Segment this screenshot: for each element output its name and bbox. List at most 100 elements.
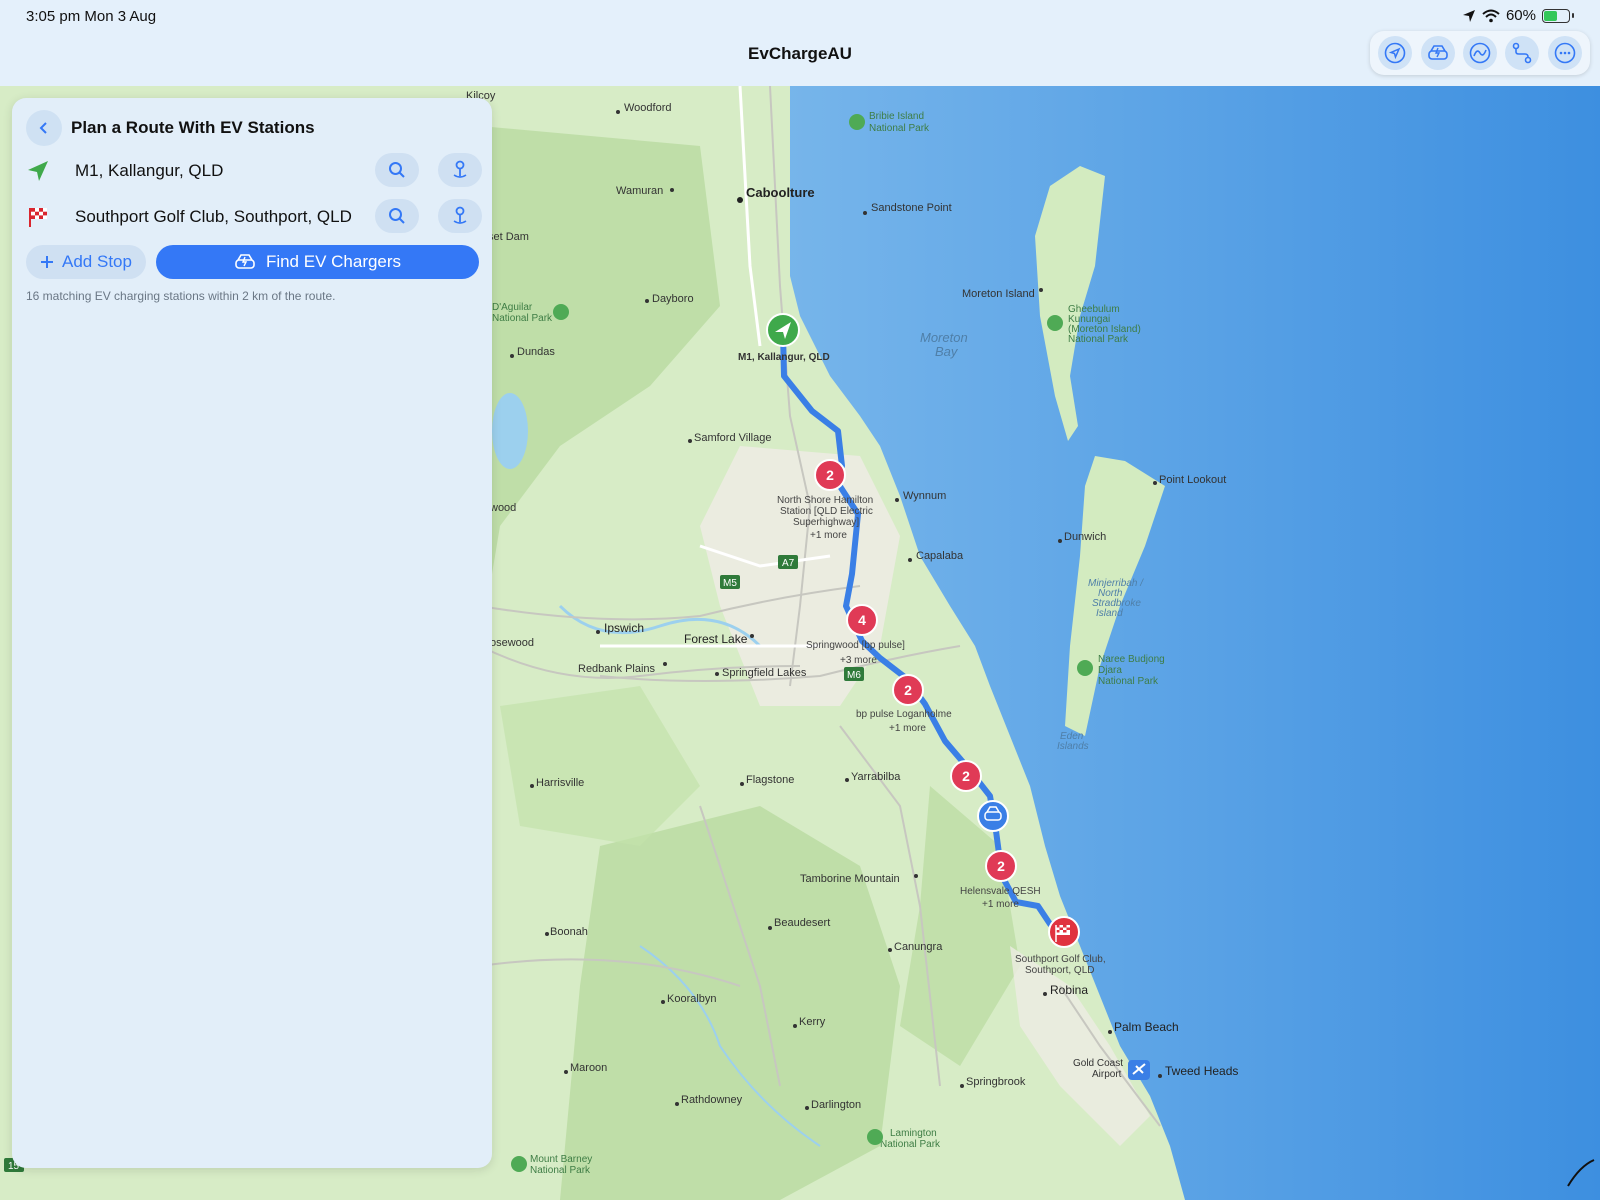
place-label: Harrisville xyxy=(536,777,584,789)
svg-text:M5: M5 xyxy=(723,578,737,589)
place-label: Rathdowney xyxy=(681,1094,743,1106)
route-curve-icon xyxy=(1469,42,1491,64)
place-label: Flagstone xyxy=(746,774,794,786)
ev-car-button[interactable] xyxy=(1420,36,1455,70)
destination-pin-button[interactable] xyxy=(438,199,482,233)
ev-car-icon xyxy=(1427,45,1448,60)
place-label: Tweed Heads xyxy=(1165,1064,1238,1078)
map-pin-icon xyxy=(453,206,467,224)
add-stop-button[interactable]: Add Stop xyxy=(26,245,146,279)
place-label: Lamington xyxy=(890,1128,937,1139)
svg-text:A7: A7 xyxy=(782,558,795,569)
place-label: Dayboro xyxy=(652,293,694,305)
map-toolbar xyxy=(1370,31,1590,75)
place-label: Airport xyxy=(1092,1069,1122,1080)
battery-percent: 60% xyxy=(1505,7,1536,24)
cluster-label: Station [QLD Electric xyxy=(780,506,873,517)
back-button[interactable] xyxy=(26,110,62,146)
place-label: D'Aguilar xyxy=(492,302,533,313)
destination-label: Southport Golf Club, xyxy=(1015,954,1106,965)
status-time: 3:05 pm Mon 3 Aug xyxy=(26,8,157,25)
place-label: Wamuran xyxy=(616,185,663,197)
battery-icon xyxy=(1542,8,1570,23)
chevron-left-icon xyxy=(39,122,47,134)
ev-car-icon xyxy=(235,254,255,269)
place-label: Palm Beach xyxy=(1114,1020,1179,1034)
place-label: Gold Coast xyxy=(1073,1058,1123,1069)
cluster-label: bp pulse Loganholme xyxy=(856,709,952,720)
more-icon xyxy=(1554,42,1576,64)
cluster-label: Springwood [bp pulse] xyxy=(806,640,905,651)
place-label: Maroon xyxy=(570,1062,607,1074)
origin-field[interactable]: M1, Kallangur, QLD xyxy=(75,161,223,181)
cluster-more: +1 more xyxy=(810,530,847,541)
place-label: Naree Budjong xyxy=(1098,654,1165,665)
airport-icon[interactable] xyxy=(1128,1060,1150,1080)
origin-pin-button[interactable] xyxy=(438,153,482,187)
place-label: Samford Village xyxy=(694,432,771,444)
place-label: Boonah xyxy=(550,926,588,938)
location-arrow-button[interactable] xyxy=(1378,36,1413,70)
map-pin-icon xyxy=(453,160,467,178)
cluster-more: +3 more xyxy=(840,655,877,666)
place-label: Capalaba xyxy=(916,550,964,562)
place-label: Bribie Island xyxy=(869,111,924,122)
svg-text:4: 4 xyxy=(858,612,866,628)
svg-text:2: 2 xyxy=(826,467,834,483)
origin-label: M1, Kallangur, QLD xyxy=(738,352,830,363)
place-label: Point Lookout xyxy=(1159,474,1226,486)
find-ev-chargers-button[interactable]: Find EV Chargers xyxy=(156,245,479,279)
cluster-label: Helensvale QESH xyxy=(960,886,1041,897)
route-planner-panel: Plan a Route With EV Stations M1, Kallan… xyxy=(12,98,492,1168)
directions-button[interactable] xyxy=(1505,36,1540,70)
place-label: National Park xyxy=(1068,334,1129,345)
place-label: Dunwich xyxy=(1064,531,1106,543)
place-label: Mount Barney xyxy=(530,1154,592,1165)
app-title: EvChargeAU xyxy=(748,44,852,63)
place-label: Moreton Island xyxy=(962,288,1035,300)
cluster-marker[interactable]: 2 xyxy=(950,760,982,792)
place-label: Robina xyxy=(1050,983,1088,997)
place-label: Darlington xyxy=(811,1099,861,1111)
checkered-flag-icon xyxy=(29,208,47,227)
destination-label: Southport, QLD xyxy=(1025,965,1094,976)
dam xyxy=(492,393,528,469)
place-label: Kerry xyxy=(799,1016,826,1028)
results-note: 16 matching EV charging stations within … xyxy=(26,289,336,303)
place-label: Islands xyxy=(1057,741,1089,752)
location-arrow-icon xyxy=(1384,42,1406,64)
destination-search-button[interactable] xyxy=(375,199,419,233)
route-curve-button[interactable] xyxy=(1462,36,1497,70)
place-label: Springfield Lakes xyxy=(722,667,807,679)
destination-field[interactable]: Southport Golf Club, Southport, QLD xyxy=(75,207,352,227)
search-icon xyxy=(389,208,405,224)
origin-row: M1, Kallangur, QLD xyxy=(26,153,482,189)
place-label: Dundas xyxy=(517,346,555,358)
place-label: National Park xyxy=(880,1139,941,1150)
svg-text:2: 2 xyxy=(904,682,912,698)
place-label: Djara xyxy=(1098,665,1122,676)
more-button[interactable] xyxy=(1547,36,1582,70)
place-label: Springbrook xyxy=(966,1076,1026,1088)
cluster-more: +1 more xyxy=(982,899,1019,910)
place-label: Forest Lake xyxy=(684,632,748,646)
cluster-label: Superhighway] xyxy=(793,517,859,528)
place-label: Moreton xyxy=(920,330,968,345)
svg-text:2: 2 xyxy=(997,858,1005,874)
plus-icon xyxy=(41,256,54,268)
origin-search-button[interactable] xyxy=(375,153,419,187)
battery-nub xyxy=(1572,13,1574,18)
location-services-icon xyxy=(1462,9,1475,22)
cluster-more: +1 more xyxy=(889,723,926,734)
place-label: Sandstone Point xyxy=(871,202,952,214)
top-bar: 3:05 pm Mon 3 Aug 60% EvChargeAU xyxy=(0,0,1600,86)
place-label: Bay xyxy=(935,344,959,359)
wifi-icon xyxy=(1482,9,1500,22)
place-label: Kooralbyn xyxy=(667,993,717,1005)
place-label: National Park xyxy=(492,313,553,324)
place-label: Ipswich xyxy=(604,621,644,635)
place-label: National Park xyxy=(530,1165,591,1176)
place-label: Yarrabilba xyxy=(851,771,901,783)
ev-car-marker[interactable] xyxy=(977,800,1009,832)
directions-icon xyxy=(1513,42,1532,64)
